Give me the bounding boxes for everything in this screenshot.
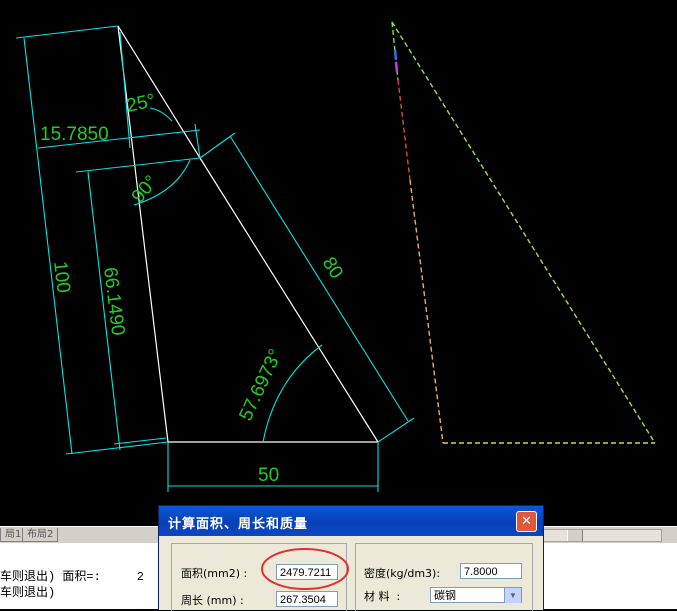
dialog-title: 计算面积、周长和质量 bbox=[168, 517, 309, 532]
material-select[interactable]: 碳钢 ▼ bbox=[430, 587, 522, 603]
density-material-group: 密度(kg/dm3): 7.8000 材 料 : 碳钢 ▼ bbox=[355, 543, 533, 611]
horizontal-scrollbar[interactable] bbox=[540, 529, 662, 542]
close-icon: ✕ bbox=[521, 514, 532, 529]
dim-angle-top: 25° bbox=[125, 90, 157, 117]
dim-slant: 80 bbox=[318, 254, 347, 283]
area-preview-triangle bbox=[391, 21, 656, 444]
dialog-title-bar[interactable]: 计算面积、周长和质量 ✕ bbox=[159, 506, 543, 536]
dim-left-height: 100 bbox=[49, 260, 74, 294]
scrollbar-thumb[interactable] bbox=[567, 530, 583, 541]
chevron-down-icon[interactable]: ▼ bbox=[504, 588, 521, 603]
area-label: 面积(mm2) : bbox=[181, 567, 248, 580]
dim-top-offset: 15.7850 bbox=[40, 124, 109, 145]
area-perimeter-mass-dialog: 计算面积、周长和质量 ✕ 面积(mm2) : 2479.7211 周长 (mm)… bbox=[158, 505, 544, 611]
dim-inner-height: 66.1490 bbox=[99, 266, 128, 337]
left-edge bbox=[117, 25, 169, 443]
command-history-line-1: 车则退出) 面积=: 2 bbox=[0, 570, 145, 584]
preview-vertex-markers bbox=[393, 49, 399, 73]
material-label: 材 料 : bbox=[364, 590, 401, 603]
shape-outline bbox=[117, 25, 379, 443]
density-label: 密度(kg/dm3): bbox=[364, 567, 441, 580]
dim-angle-right: 90° bbox=[128, 172, 163, 208]
right-slant-edge bbox=[199, 157, 379, 443]
dim-angle-bottom: 57.6973° bbox=[235, 346, 286, 424]
dimension-lines bbox=[15, 25, 415, 492]
tab-layout-2[interactable]: 布局2 bbox=[22, 528, 59, 542]
close-button[interactable]: ✕ bbox=[516, 511, 537, 532]
preview-left-mid bbox=[397, 79, 411, 181]
command-history-line-2: 车则退出) bbox=[0, 586, 56, 600]
material-selected-value: 碳钢 bbox=[434, 590, 456, 602]
perimeter-label: 周长 (mm) : bbox=[181, 594, 244, 607]
preview-left-bottom bbox=[409, 179, 444, 444]
dim-base: 50 bbox=[258, 465, 279, 486]
highlight-circle bbox=[261, 548, 349, 590]
density-input[interactable]: 7.8000 bbox=[460, 563, 522, 579]
preview-hypotenuse bbox=[391, 21, 656, 444]
